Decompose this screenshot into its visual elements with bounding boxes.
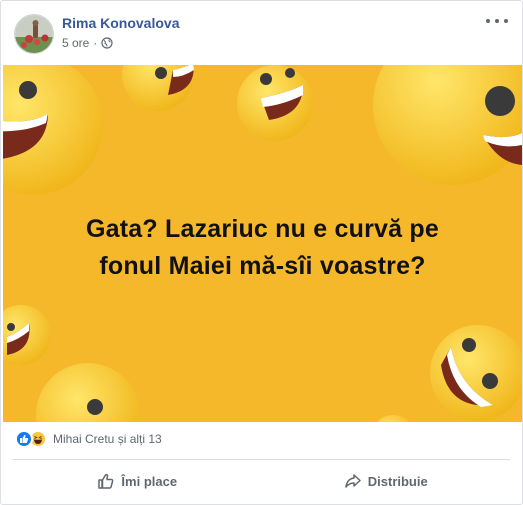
post-actions: Îmi place Distribuie (13, 463, 510, 499)
post-text-line-1: Gata? Lazariuc nu e curvă pe (86, 215, 439, 243)
post-time[interactable]: 5 ore (62, 36, 89, 50)
author-avatar[interactable] (14, 14, 54, 54)
avatar-image (15, 15, 53, 53)
thumbs-up-icon (98, 473, 114, 489)
post-text-line-2: fonul Maiei mă-sîi voastre? (99, 252, 426, 280)
post-meta: 5 ore · (62, 36, 113, 50)
divider (13, 459, 510, 460)
more-options-icon[interactable] (486, 13, 508, 29)
like-button-label: Îmi place (121, 473, 178, 489)
reactions-summary[interactable]: Mihai Cretu și alți 13 (53, 432, 162, 446)
share-button-label: Distribuie (367, 473, 428, 489)
meta-separator: · (93, 36, 98, 50)
author-name[interactable]: Rima Konovalova (62, 15, 179, 31)
globe-icon[interactable] (101, 37, 113, 49)
post-header: Rima Konovalova 5 ore · (1, 1, 522, 65)
share-button[interactable]: Distribuie (262, 463, 511, 499)
like-reaction-icon[interactable] (15, 430, 33, 448)
reactions-bar[interactable]: Mihai Cretu și alți 13 (15, 429, 162, 449)
like-button[interactable]: Îmi place (13, 463, 262, 499)
share-arrow-icon (345, 474, 361, 488)
post-text: Gata? Lazariuc nu e curvă pe fonul Maiei… (23, 211, 502, 285)
facebook-post: Rima Konovalova 5 ore · Gata? Lazariuc n… (0, 0, 523, 505)
post-background-image: Gata? Lazariuc nu e curvă pe fonul Maiei… (3, 65, 522, 422)
